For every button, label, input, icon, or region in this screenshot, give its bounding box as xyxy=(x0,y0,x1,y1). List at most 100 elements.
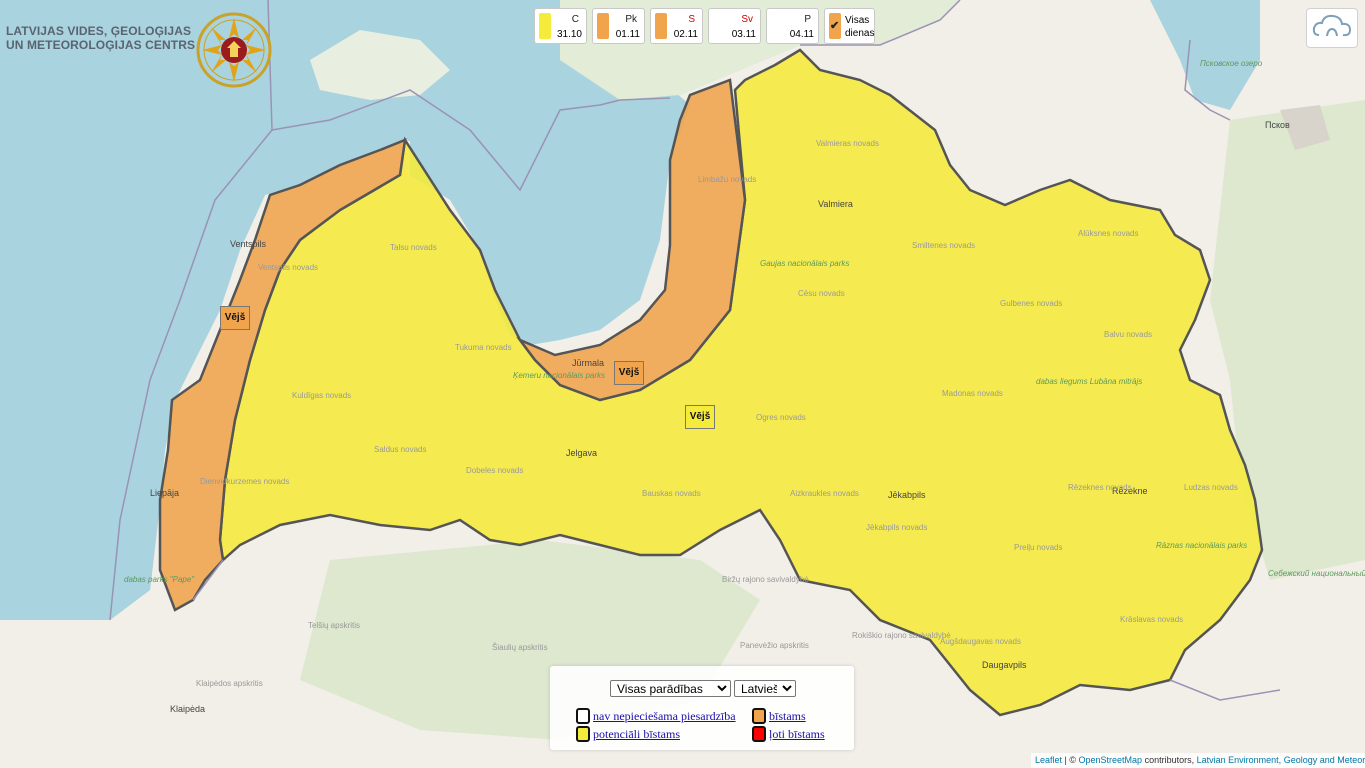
region-augsdaugavas: Augšdaugavas novads xyxy=(940,637,1021,646)
day-date: 04.11 xyxy=(789,29,814,40)
park-sebezh: Себежский национальный парк xyxy=(1268,569,1365,578)
lvgmc-link[interactable]: Latvian Environment, Geology and Meteoro… xyxy=(1197,755,1365,765)
region-klaipedos: Klaipėdos apskritis xyxy=(196,679,263,688)
region-dienvidkurzemes: Dienvidkurzemes novads xyxy=(200,477,289,486)
region-bauskas: Bauskas novads xyxy=(642,489,701,498)
day-swatch xyxy=(539,13,551,39)
day-date: 03.11 xyxy=(731,29,756,40)
region-balvu: Balvu novads xyxy=(1104,330,1152,339)
all-days-line-2: dienas xyxy=(845,28,875,39)
legend-item-dangerous: bīstams xyxy=(752,708,806,724)
day-name: S xyxy=(688,14,695,25)
checkmark-icon: ✔ xyxy=(830,20,840,32)
region-preilu: Preiļu novads xyxy=(1014,543,1062,552)
day-swatch xyxy=(771,13,783,39)
day-date: 02.11 xyxy=(673,29,698,40)
region-tukuma: Tukuma novads xyxy=(455,343,512,352)
fire-rescue-emblem-icon xyxy=(196,12,272,88)
osm-link[interactable]: OpenStreetMap xyxy=(1079,755,1143,765)
region-gulbenes: Gulbenes novads xyxy=(1000,299,1062,308)
region-smiltenes: Smiltenes novads xyxy=(912,241,975,250)
region-ogres: Ogres novads xyxy=(756,413,806,422)
day-name: C xyxy=(571,14,579,25)
legend-item-very-dangerous: ļoti bīstams xyxy=(752,726,825,742)
all-days-toggle[interactable]: ✔ Visas dienas xyxy=(824,8,875,44)
region-siauliu: Šiaulių apskritis xyxy=(492,643,548,652)
legend-link-none[interactable]: nav nepieciešama piesardzība xyxy=(593,709,736,724)
organization-line-1: LATVIJAS VIDES, ĢEOLOĢIJAS xyxy=(6,24,192,38)
region-ventspils: Ventspils novads xyxy=(258,263,318,272)
region-dobeles: Dobeles novads xyxy=(466,466,523,475)
park-lubana: dabas liegums Lubāna mitrājs xyxy=(1036,377,1142,386)
phenomena-select[interactable]: Visas parādības xyxy=(610,680,731,697)
park-kemeri: Ķemeru nacionālais parks xyxy=(513,371,605,380)
park-razna: Rāznas nacionālais parks xyxy=(1156,541,1247,550)
region-kraslavas: Krāslavas novads xyxy=(1120,615,1183,624)
region-limbazu: Limbažu novads xyxy=(698,175,756,184)
organization-name: LATVIJAS VIDES, ĢEOLOĢIJAS UN METEOROLOĢ… xyxy=(6,24,195,52)
all-days-label: Visas dienas xyxy=(845,14,874,40)
legend-item-potential: potenciāli bīstams xyxy=(576,726,680,742)
city-jekabpils: Jēkabpils xyxy=(888,490,926,500)
legend-link-very-dangerous[interactable]: ļoti bīstams xyxy=(769,727,825,742)
city-klaipeda: Klaipėda xyxy=(170,704,205,714)
lake-pskovskoe: Псковское озеро xyxy=(1200,59,1263,68)
organization-line-2: UN METEOROLOĢIJAS CENTRS xyxy=(6,38,196,52)
day-selector: C 31.10 Pk 01.11 S 02.11 Sv 03.11 P 04.1… xyxy=(534,8,875,44)
city-daugavpils: Daugavpils xyxy=(982,660,1027,670)
attribution-contributors: contributors, xyxy=(1144,755,1195,765)
day-swatch xyxy=(713,13,725,39)
warning-badge-wind-central[interactable]: Vējš xyxy=(685,405,715,429)
day-name: Pk xyxy=(625,14,637,25)
city-jelgava: Jelgava xyxy=(566,448,597,458)
region-saldus: Saldus novads xyxy=(374,445,426,454)
region-rokiskio: Rokiškio rajono savivaldybė xyxy=(852,631,951,640)
map-attribution: Leaflet | © OpenStreetMap contributors, … xyxy=(1031,753,1365,768)
region-kuldigas: Kuldīgas novads xyxy=(292,391,351,400)
region-telsiu: Telšių apskritis xyxy=(308,621,360,630)
legend-link-dangerous[interactable]: bīstams xyxy=(769,709,806,724)
day-name: P xyxy=(804,14,811,25)
warning-badge-wind-riga[interactable]: Vējš xyxy=(614,361,644,385)
day-swatch xyxy=(655,13,667,39)
legend-item-none: nav nepieciešama piesardzība xyxy=(576,708,736,724)
region-aluksnes: Alūksnes novads xyxy=(1078,229,1138,238)
city-liepaja: Liepāja xyxy=(150,488,179,498)
day-button-1[interactable]: Pk 01.11 xyxy=(592,8,645,44)
legend-swatch-orange xyxy=(752,708,766,724)
legend-panel: Visas parādības Latviešu nav nepieciešam… xyxy=(550,666,854,750)
day-button-0[interactable]: C 31.10 xyxy=(534,8,587,44)
day-button-4[interactable]: P 04.11 xyxy=(766,8,819,44)
day-button-3[interactable]: Sv 03.11 xyxy=(708,8,761,44)
day-button-2[interactable]: S 02.11 xyxy=(650,8,703,44)
language-select[interactable]: Latviešu xyxy=(734,680,796,697)
park-pape: dabas parks "Pape" xyxy=(124,575,195,584)
region-valmieras: Valmieras novads xyxy=(816,139,879,148)
legend-swatch-white xyxy=(576,708,590,724)
city-valmiera: Valmiera xyxy=(818,199,853,209)
region-rezeknes: Rēzeknes novads xyxy=(1068,483,1132,492)
region-cesu: Cēsu novads xyxy=(798,289,845,298)
warning-badge-wind-west[interactable]: Vējš xyxy=(220,306,250,330)
city-ventspils: Ventspils xyxy=(230,239,267,249)
region-madonas: Madonas novads xyxy=(942,389,1003,398)
attribution-separator: | © xyxy=(1064,755,1079,765)
legend-link-potential[interactable]: potenciāli bīstams xyxy=(593,727,680,742)
region-birzu: Biržų rajono savivaldybė xyxy=(722,575,809,584)
legend-swatch-red xyxy=(752,726,766,742)
region-jekabpils: Jēkabpils novads xyxy=(866,523,927,532)
app-logo-button[interactable] xyxy=(1306,8,1358,48)
day-date: 31.10 xyxy=(556,29,582,40)
city-pskov: Псков xyxy=(1265,120,1290,130)
all-days-line-1: Visas xyxy=(845,15,870,26)
cloud-logo-icon xyxy=(1312,14,1352,37)
region-ludzas: Ludzas novads xyxy=(1184,483,1238,492)
region-talsu: Talsu novads xyxy=(390,243,437,252)
map-canvas[interactable]: Ventspils Liepāja Jūrmala Jelgava Valmie… xyxy=(0,0,1365,768)
day-name: Sv xyxy=(741,14,753,25)
region-panevezio: Panevėžio apskritis xyxy=(740,641,809,650)
legend-swatch-yellow xyxy=(576,726,590,742)
day-date: 01.11 xyxy=(615,29,640,40)
leaflet-link[interactable]: Leaflet xyxy=(1035,755,1062,765)
region-aizkraukles: Aizkraukles novads xyxy=(790,489,859,498)
